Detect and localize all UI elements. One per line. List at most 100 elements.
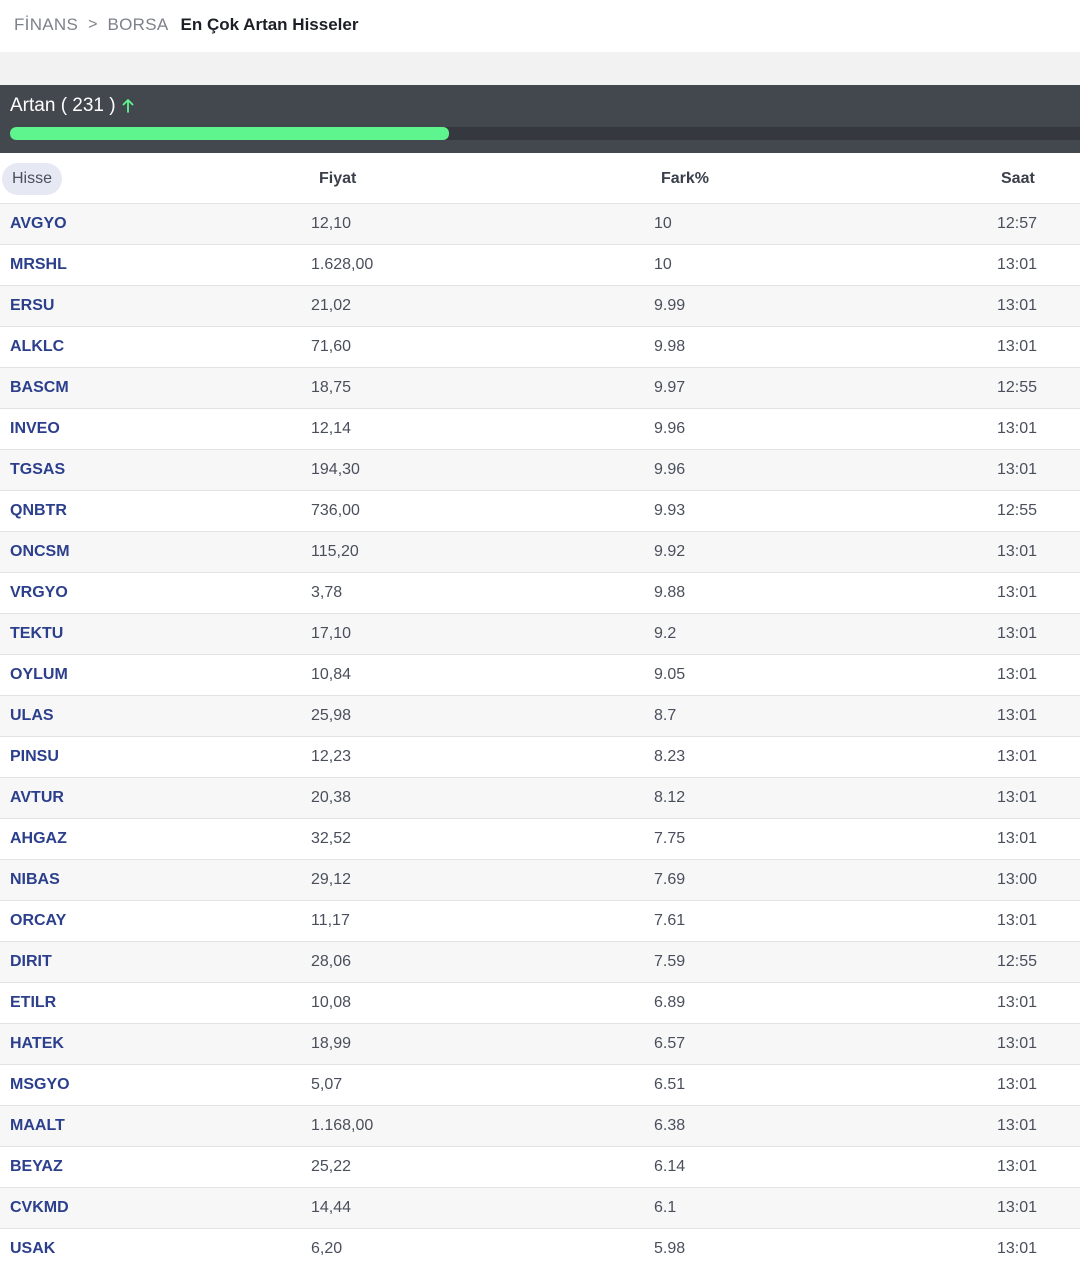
table-row[interactable]: AHGAZ 32,52 7.75 13:01 [0,819,1080,860]
table-row[interactable]: MRSHL 1.628,00 10 13:01 [0,245,1080,286]
change-percent-cell: 8.7 [654,707,677,724]
table-row[interactable]: HATEK 18,99 6.57 13:01 [0,1024,1080,1065]
breadcrumb-link-borsa[interactable]: BORSA [107,15,168,35]
time-cell: 13:01 [997,256,1038,273]
table-header: Hisse Fiyat Fark% Saat [0,153,1080,204]
stock-symbol-link[interactable]: ERSU [10,286,54,326]
table-row[interactable]: ETILR 10,08 6.89 13:01 [0,983,1080,1024]
price-cell: 6,20 [311,1240,343,1257]
table-body: AVGYO 12,10 10 12:57 MRSHL 1.628,00 10 13:01 ERS… [0,204,1080,1266]
table-row[interactable]: AVTUR 20,38 8.12 13:01 [0,778,1080,819]
price-cell: 21,02 [311,297,352,314]
stock-symbol-link[interactable]: HATEK [10,1024,64,1064]
stock-symbol-link[interactable]: MSGYO [10,1065,70,1105]
stock-symbol-link[interactable]: ULAS [10,696,54,736]
table-row[interactable]: PINSU 12,23 8.23 13:01 [0,737,1080,778]
stock-symbol-link[interactable]: PINSU [10,737,59,777]
change-percent-cell: 6.89 [654,994,686,1011]
time-cell: 13:01 [997,748,1038,765]
time-cell: 13:01 [997,1240,1038,1257]
table-row[interactable]: TEKTU 17,10 9.2 13:01 [0,614,1080,655]
table-row[interactable]: QNBTR 736,00 9.93 12:55 [0,491,1080,532]
stock-symbol-link[interactable]: VRGYO [10,573,68,613]
table-row[interactable]: AVGYO 12,10 10 12:57 [0,204,1080,245]
price-cell: 12,14 [311,420,352,437]
table-row[interactable]: TGSAS 194,30 9.96 13:01 [0,450,1080,491]
table-row[interactable]: OYLUM 10,84 9.05 13:01 [0,655,1080,696]
time-cell: 13:01 [997,666,1038,683]
change-percent-cell: 9.88 [654,584,686,601]
gainers-summary: Artan ( 231 ) [0,85,1080,153]
table-row[interactable]: USAK 6,20 5.98 13:01 [0,1229,1080,1266]
stock-symbol-link[interactable]: OYLUM [10,655,68,695]
table-row[interactable]: DIRIT 28,06 7.59 12:55 [0,942,1080,983]
change-percent-cell: 6.51 [654,1076,686,1093]
stock-symbol-link[interactable]: BASCM [10,368,69,408]
stock-symbol-link[interactable]: ORCAY [10,901,66,941]
table-row[interactable]: ALKLC 71,60 9.98 13:01 [0,327,1080,368]
stock-symbol-link[interactable]: USAK [10,1229,55,1266]
breadcrumb-link-finans[interactable]: FİNANS [14,15,78,35]
stock-symbol-link[interactable]: CVKMD [10,1188,69,1228]
stock-symbol-link[interactable]: ONCSM [10,532,70,572]
time-cell: 13:01 [997,461,1038,478]
stock-symbol-link[interactable]: AHGAZ [10,819,67,859]
time-cell: 13:01 [997,625,1038,642]
column-header-fark[interactable]: Fark% [661,153,709,204]
table-row[interactable]: VRGYO 3,78 9.88 13:01 [0,573,1080,614]
table-row[interactable]: CVKMD 14,44 6.1 13:01 [0,1188,1080,1229]
stock-symbol-link[interactable]: AVTUR [10,778,64,818]
table-row[interactable]: ULAS 25,98 8.7 13:01 [0,696,1080,737]
change-percent-cell: 10 [654,256,672,273]
time-cell: 12:55 [997,379,1038,396]
stock-symbol-link[interactable]: BEYAZ [10,1147,63,1187]
column-header-saat[interactable]: Saat [1001,153,1035,204]
price-cell: 29,12 [311,871,352,888]
time-cell: 13:01 [997,1199,1038,1216]
price-cell: 11,17 [311,912,350,929]
table-row[interactable]: NIBAS 29,12 7.69 13:00 [0,860,1080,901]
stocks-table: Hisse Fiyat Fark% Saat AVGYO 12,10 10 12:57… [0,153,1080,1266]
stock-symbol-link[interactable]: NIBAS [10,860,60,900]
time-cell: 13:01 [997,830,1038,847]
stock-symbol-link[interactable]: MRSHL [10,245,67,285]
time-cell: 13:01 [997,789,1038,806]
change-percent-cell: 9.97 [654,379,686,396]
table-row[interactable]: MAALT 1.168,00 6.38 13:01 [0,1106,1080,1147]
price-cell: 1.628,00 [311,256,374,273]
table-row[interactable]: BASCM 18,75 9.97 12:55 [0,368,1080,409]
stock-symbol-link[interactable]: QNBTR [10,491,67,531]
change-percent-cell: 9.93 [654,502,686,519]
stock-symbol-link[interactable]: DIRIT [10,942,52,982]
time-cell: 13:01 [997,912,1038,929]
table-row[interactable]: ORCAY 11,17 7.61 13:01 [0,901,1080,942]
stock-symbol-link[interactable]: INVEO [10,409,60,449]
stock-symbol-link[interactable]: AVGYO [10,204,67,244]
price-cell: 3,78 [311,584,343,601]
table-row[interactable]: MSGYO 5,07 6.51 13:01 [0,1065,1080,1106]
change-percent-cell: 8.23 [654,748,686,765]
table-row[interactable]: ERSU 21,02 9.99 13:01 [0,286,1080,327]
time-cell: 13:01 [997,1158,1038,1175]
price-cell: 10,84 [311,666,352,683]
time-cell: 13:01 [997,420,1038,437]
table-row[interactable]: INVEO 12,14 9.96 13:01 [0,409,1080,450]
price-cell: 115,20 [311,543,359,560]
table-row[interactable]: ONCSM 115,20 9.92 13:01 [0,532,1080,573]
stock-symbol-link[interactable]: ETILR [10,983,56,1023]
column-header-hisse[interactable]: Hisse [2,163,63,195]
breadcrumb-separator: > [88,16,98,33]
price-cell: 10,08 [311,994,352,1011]
stock-symbol-link[interactable]: ALKLC [10,327,64,367]
stock-symbol-link[interactable]: TGSAS [10,450,65,490]
gainers-count-header: Artan ( 231 ) [10,93,134,119]
time-cell: 13:01 [997,1117,1038,1134]
stock-symbol-link[interactable]: TEKTU [10,614,63,654]
column-header-fiyat[interactable]: Fiyat [319,153,356,204]
stock-symbol-link[interactable]: MAALT [10,1106,65,1146]
price-cell: 25,98 [311,707,352,724]
change-percent-cell: 9.96 [654,420,686,437]
change-percent-cell: 7.75 [654,830,686,847]
table-row[interactable]: BEYAZ 25,22 6.14 13:01 [0,1147,1080,1188]
change-percent-cell: 7.59 [654,953,686,970]
